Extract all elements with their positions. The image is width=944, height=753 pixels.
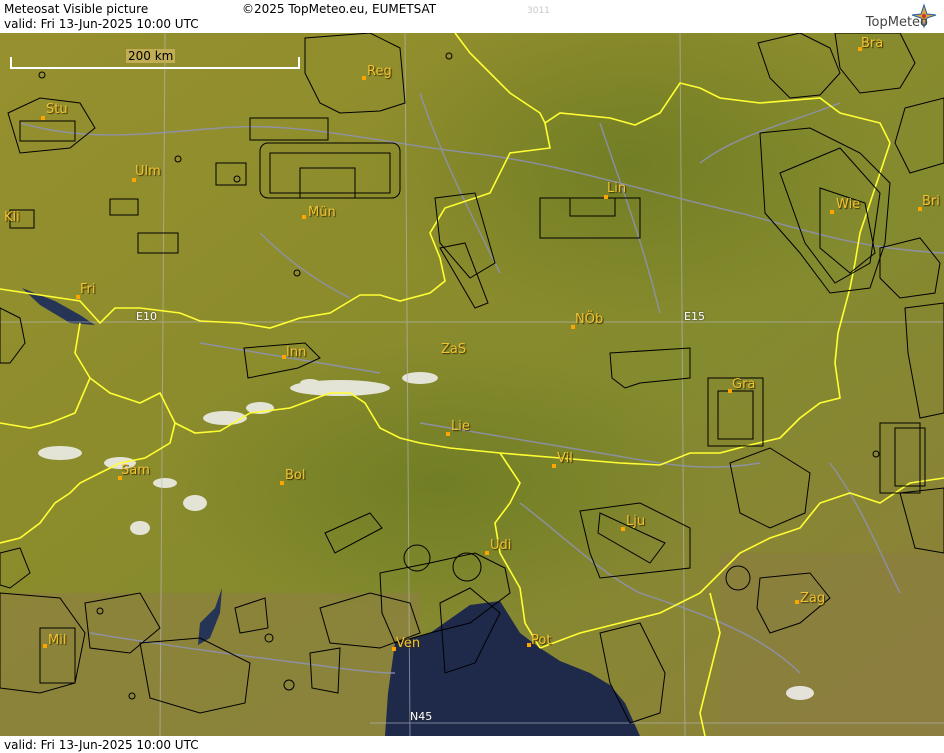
map-canvas <box>0 33 944 736</box>
city-label-fri[interactable]: Fri <box>80 282 96 297</box>
city-label-kli[interactable]: Kli <box>4 210 20 225</box>
city-label-reg[interactable]: Reg <box>367 64 392 79</box>
city-label-wie[interactable]: Wie <box>836 197 860 212</box>
city-label-zag[interactable]: Zag <box>800 591 825 606</box>
city-label-mil[interactable]: Mil <box>48 633 66 648</box>
logo-text: TopMeteo <box>865 15 928 30</box>
map-title: Meteosat Visible picture <box>4 2 149 16</box>
city-label-nob[interactable]: NÖb <box>575 312 603 327</box>
city-label-ven[interactable]: Ven <box>396 636 420 651</box>
scale-label: 200 km <box>126 49 176 63</box>
city-marker <box>362 76 366 80</box>
satellite-map[interactable]: 200 km E10 E15 N45 Reg Bra Stu Ulm Mün L… <box>0 33 944 736</box>
city-label-bri[interactable]: Bri <box>922 194 940 209</box>
valid-time-top: valid: Fri 13-Jun-2025 10:00 UTC <box>4 17 199 31</box>
city-marker <box>621 527 625 531</box>
city-label-udi[interactable]: Udi <box>490 538 511 553</box>
grid-label-e10: E10 <box>136 310 157 323</box>
grid-label-e15: E15 <box>684 310 705 323</box>
city-label-vil[interactable]: Vil <box>557 451 573 466</box>
image-code: 3011 <box>527 6 550 16</box>
grid-label-n45: N45 <box>410 710 433 723</box>
city-label-ulm[interactable]: Ulm <box>135 164 161 179</box>
pannonia-plain <box>720 553 944 736</box>
city-marker <box>795 600 799 604</box>
city-label-stu[interactable]: Stu <box>46 102 68 117</box>
city-label-lin[interactable]: Lin <box>607 181 626 196</box>
city-marker <box>446 432 450 436</box>
city-marker <box>41 116 45 120</box>
city-label-bra[interactable]: Bra <box>861 36 883 51</box>
copyright-text: ©2025 TopMeteo.eu, EUMETSAT <box>242 2 437 16</box>
city-label-inn[interactable]: Inn <box>286 345 306 360</box>
city-marker <box>302 215 306 219</box>
city-label-lju[interactable]: Lju <box>626 514 645 529</box>
city-marker <box>485 551 489 555</box>
valid-time-bottom: valid: Fri 13-Jun-2025 10:00 UTC <box>4 738 199 752</box>
city-marker <box>552 464 556 468</box>
header-bar: Meteosat Visible picture valid: Fri 13-J… <box>0 0 944 33</box>
city-marker <box>830 210 834 214</box>
city-label-mun[interactable]: Mün <box>308 205 336 220</box>
city-marker <box>280 481 284 485</box>
city-label-sam[interactable]: Sam <box>121 463 150 478</box>
city-label-bol[interactable]: Bol <box>285 468 305 483</box>
footer-bar: valid: Fri 13-Jun-2025 10:00 UTC <box>0 736 944 753</box>
scale-bar: 200 km <box>10 49 300 69</box>
city-marker <box>43 644 47 648</box>
city-label-pot[interactable]: Pot <box>531 633 551 648</box>
forest-region-south <box>160 343 720 623</box>
city-label-zas[interactable]: ZaS <box>441 342 466 357</box>
city-label-lie[interactable]: Lie <box>451 419 470 434</box>
city-label-gra[interactable]: Gra <box>732 377 755 392</box>
